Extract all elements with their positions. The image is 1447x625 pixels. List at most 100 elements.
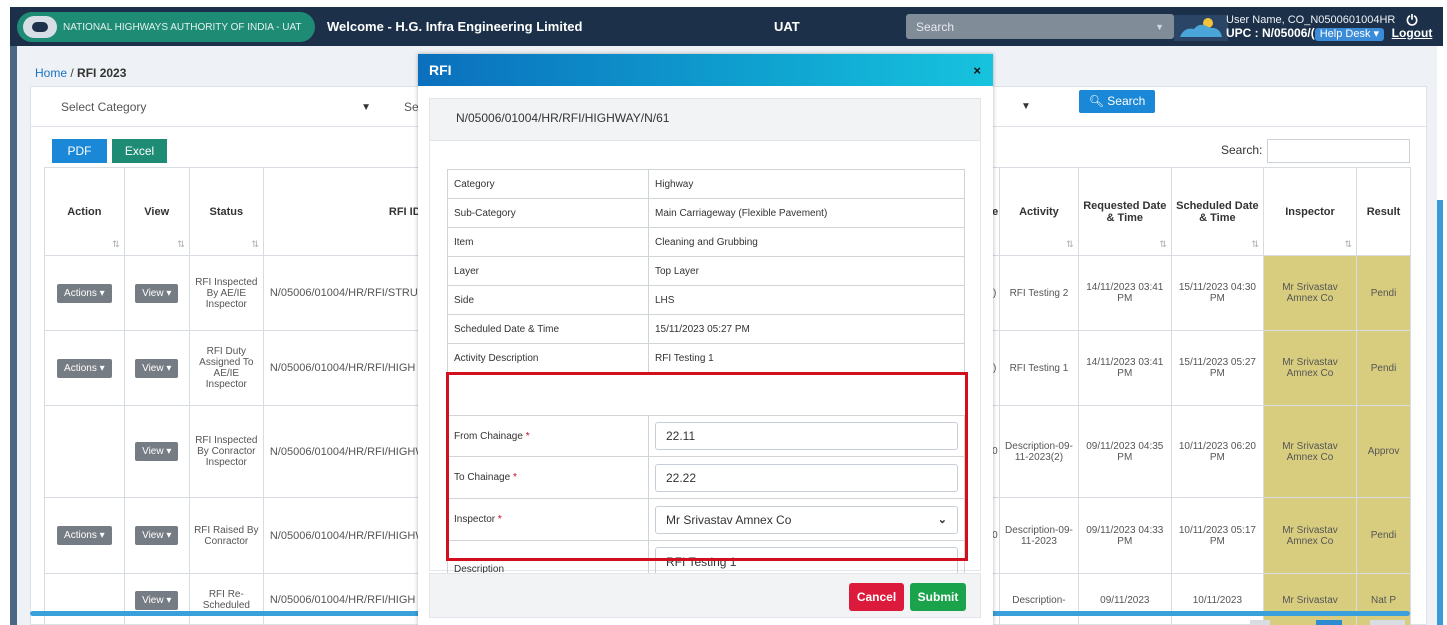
view-dropdown[interactable]: View ▾ <box>135 526 179 545</box>
form-row: To Chainage * 22.22 <box>447 456 965 499</box>
close-icon[interactable]: × <box>973 63 981 78</box>
logout-label: Logout <box>1391 26 1433 40</box>
export-pdf-button[interactable]: PDF <box>52 139 107 163</box>
form-row: Inspector * Mr Srivastav Amnex Co ⌄ <box>447 498 965 541</box>
view-dropdown[interactable]: View ▾ <box>135 283 179 303</box>
table-search-input[interactable] <box>1267 139 1410 163</box>
col-requested[interactable]: Requested Date & Time ⇅ <box>1077 167 1172 256</box>
logout-button[interactable]: ⏻ Logout <box>1386 13 1438 40</box>
status-cell: RFI Raised By Conractor <box>188 497 264 574</box>
col-result[interactable]: Result <box>1356 167 1411 256</box>
col-inspector-label: Inspector <box>1285 205 1335 218</box>
required-marker: * <box>512 472 517 483</box>
col-view[interactable]: View ⇅ <box>123 167 190 256</box>
sort-icon: ⇅ <box>251 239 259 249</box>
from-chainage-input[interactable]: 22.11 <box>655 422 958 450</box>
col-result-label: Result <box>1366 205 1401 218</box>
required-marker: * <box>525 430 530 442</box>
view-dropdown[interactable]: View ▾ <box>135 590 179 610</box>
detail-value: LHS <box>648 285 965 315</box>
inspector-cell: Mr Srivastav <box>1262 573 1358 625</box>
inspector-select[interactable]: Mr Srivastav Amnex Co ⌄ <box>655 505 958 534</box>
pagination-prev[interactable] <box>1250 620 1270 625</box>
rfi-details-table: Category Highway Sub-Category Main Carriag… <box>447 169 965 373</box>
search-icon: 🔍︎ <box>1088 94 1104 108</box>
detail-label: Category <box>447 169 649 199</box>
col-activity-label: Activity <box>1019 205 1059 218</box>
col-inspector[interactable]: Inspector ⇅ <box>1262 167 1358 256</box>
actions-dropdown[interactable]: Actions ▾ <box>57 526 112 545</box>
breadcrumb-home-link[interactable]: Home <box>35 66 67 80</box>
detail-label: Activity Description <box>447 343 649 373</box>
view-label: View <box>142 594 164 606</box>
result-cell: Pendi <box>1356 255 1411 331</box>
view-dropdown[interactable]: View ▾ <box>135 442 179 461</box>
top-navbar: NATIONAL HIGHWAYS AUTHORITY OF INDIA - U… <box>10 7 1443 46</box>
help-desk-dropdown[interactable]: Help Desk ▾ <box>1314 28 1385 41</box>
actions-label: Actions <box>64 530 97 541</box>
detail-row: Layer Top Layer <box>447 256 965 286</box>
global-search-placeholder: Search <box>916 19 955 34</box>
search-button[interactable]: 🔍︎ Search <box>1079 90 1155 113</box>
sort-icon: ⇅ <box>1159 239 1167 249</box>
detail-label: Item <box>447 227 649 257</box>
chevron-down-icon[interactable]: ▼ <box>1021 94 1061 120</box>
detail-row: Sub-Category Main Carriageway (Flexible P… <box>447 198 965 228</box>
action-cell <box>44 573 125 625</box>
welcome-text: Welcome - H.G. Infra Engineering Limited <box>327 19 583 34</box>
brand-text: NATIONAL HIGHWAYS AUTHORITY OF INDIA - U… <box>63 21 302 33</box>
category-select-value: Select Category <box>61 100 147 114</box>
chevron-down-icon: ▼ <box>361 101 371 113</box>
detail-label: Scheduled Date & Time <box>447 314 649 344</box>
to-chainage-input[interactable]: 22.22 <box>655 463 958 492</box>
inspector-cell: Mr Srivastav Amnex Co <box>1262 497 1358 574</box>
result-cell: Pendi <box>1356 497 1411 574</box>
category-select[interactable]: Select Category ▼ <box>51 94 381 120</box>
activity-cell: RFI Testing 2 <box>999 255 1079 331</box>
inspector-cell: Mr Srivastav Amnex Co <box>1262 405 1358 498</box>
result-cell: Nat P <box>1356 573 1411 625</box>
inspector-select-value: Mr Srivastav Amnex Co <box>666 512 792 527</box>
actions-dropdown[interactable]: Actions ▾ <box>57 283 112 303</box>
from-chainage-label-cell: From Chainage * <box>447 415 649 457</box>
col-status[interactable]: Status ⇅ <box>188 167 264 256</box>
environment-label: UAT <box>774 19 800 34</box>
view-cell: View ▾ <box>123 330 190 406</box>
actions-label: Actions <box>64 287 97 299</box>
scheduled-cell: 15/11/2023 05:27 PM <box>1170 330 1264 406</box>
col-status-label: Status <box>209 205 244 218</box>
detail-value: Cleaning and Grubbing <box>648 227 965 257</box>
modal-footer: Cancel Submit <box>429 573 981 618</box>
cancel-button[interactable]: Cancel <box>849 583 904 611</box>
export-excel-button[interactable]: Excel <box>112 139 167 163</box>
col-action[interactable]: Action ⇅ <box>44 167 125 256</box>
to-chainage-label: To Chainage <box>454 472 511 483</box>
activity-cell: Description- <box>999 573 1079 625</box>
col-activity[interactable]: Activity ⇅ <box>999 167 1079 256</box>
global-search-select[interactable]: Search ▼ <box>906 14 1174 39</box>
col-view-label: View <box>144 205 170 218</box>
result-cell: Pendi <box>1356 330 1411 406</box>
page-scrollbar[interactable] <box>1437 200 1443 625</box>
view-dropdown[interactable]: View ▾ <box>135 358 179 378</box>
pagination-active-page[interactable] <box>1316 620 1342 625</box>
to-chainage-cell: 22.22 <box>648 456 965 499</box>
submit-button[interactable]: Submit <box>910 583 966 611</box>
from-chainage-cell: 22.11 <box>648 415 965 457</box>
status-cell: RFI Inspected By Conractor Inspector <box>188 405 264 498</box>
modal-header: RFI × <box>418 54 993 86</box>
action-cell: Actions ▾ <box>44 497 125 574</box>
brand[interactable]: NATIONAL HIGHWAYS AUTHORITY OF INDIA - U… <box>17 12 315 42</box>
actions-dropdown[interactable]: Actions ▾ <box>57 358 112 378</box>
detail-label: Layer <box>447 256 649 286</box>
col-scheduled[interactable]: Scheduled Date & Time ⇅ <box>1170 167 1264 256</box>
requested-cell: 09/11/2023 04:35 PM <box>1077 405 1172 498</box>
rfi-number: N/05006/01004/HR/RFI/HIGHWAY/N/61 <box>430 99 980 141</box>
sort-icon: ⇅ <box>112 239 120 249</box>
scheduled-cell: 10/11/2023 05:17 PM <box>1170 497 1264 574</box>
view-label: View <box>142 287 164 299</box>
user-info: User Name, CO_N0500601004HR UPC : N/0500… <box>1226 14 1395 41</box>
detail-value: Top Layer <box>648 256 965 286</box>
pagination-next[interactable] <box>1370 620 1405 625</box>
detail-value: 15/11/2023 05:27 PM <box>648 314 965 344</box>
